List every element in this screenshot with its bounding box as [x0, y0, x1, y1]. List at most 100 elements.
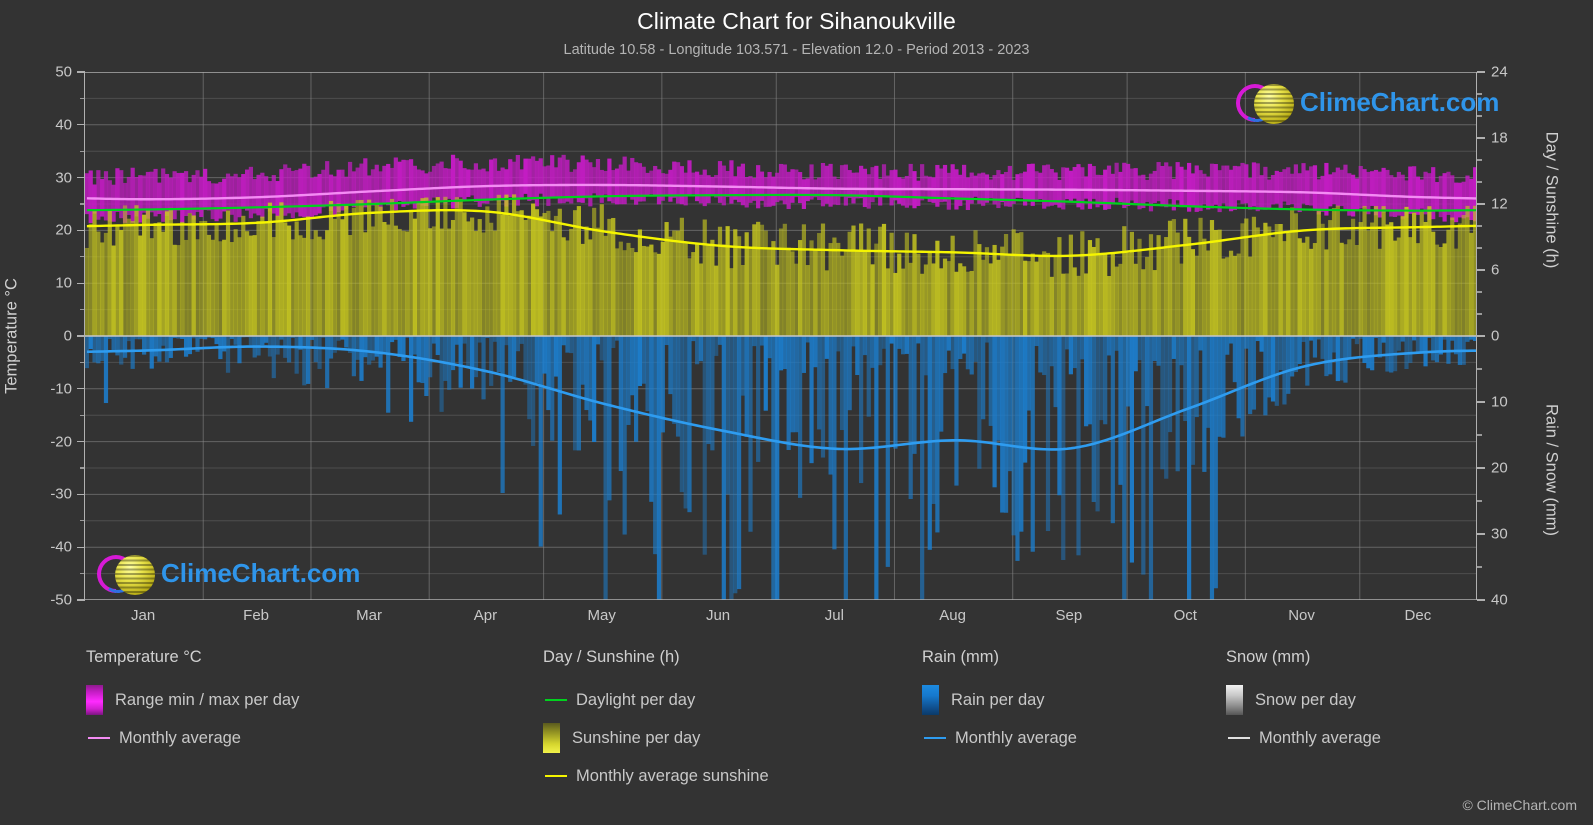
- rain-day-bar: [698, 336, 704, 362]
- temperature-day-bar: [111, 184, 116, 222]
- rain-day-bar: [771, 336, 776, 600]
- legend-group-title: Temperature °C: [86, 648, 202, 666]
- right-axis-minor-tick: [1477, 291, 1482, 293]
- rain-day-bar: [248, 336, 253, 346]
- sunshine-day-bar: [508, 215, 513, 336]
- temperature-day-bar: [752, 178, 757, 201]
- sunshine-day-bar: [367, 199, 372, 336]
- sunshine-day-bar: [828, 243, 833, 336]
- rain-day-bar: [1198, 336, 1203, 351]
- rain-day-bar: [717, 336, 723, 345]
- temperature-day-bar: [1412, 166, 1417, 214]
- legend-group-title: Snow (mm): [1226, 648, 1311, 666]
- legend-item[interactable]: Daylight per day: [543, 681, 769, 719]
- legend-item[interactable]: Sunshine per day: [543, 719, 769, 757]
- rain-day-bar: [1141, 336, 1146, 575]
- temperature-day-bar: [1175, 162, 1180, 201]
- rain-day-bar: [782, 336, 787, 370]
- legend-item-label: Monthly average: [955, 728, 1077, 747]
- temperature-day-bar: [1305, 170, 1310, 206]
- temperature-day-bar: [1415, 176, 1421, 215]
- legend-item[interactable]: Monthly average: [1226, 719, 1381, 757]
- rain-day-bar: [408, 336, 414, 422]
- sunshine-day-bar: [1003, 234, 1009, 336]
- rain-day-bar: [1293, 336, 1298, 372]
- rain-day-bar: [1080, 336, 1085, 360]
- sunshine-day-bar: [1309, 248, 1314, 336]
- temperature-day-bar: [313, 176, 318, 216]
- rain-day-bar: [527, 336, 532, 420]
- rain-day-bar: [870, 336, 875, 368]
- right-axis-title-rain-snow: Rain / Snow (mm): [1542, 403, 1561, 537]
- sunshine-day-bar: [88, 223, 93, 336]
- temperature-day-bar: [321, 169, 326, 208]
- rain-day-bar: [839, 336, 845, 431]
- legend-group-day-sunshine-h: Day / Sunshine (h) Daylight per day Sunshi…: [543, 648, 769, 795]
- temperature-day-bar: [839, 165, 845, 197]
- rain-day-bar: [977, 336, 982, 469]
- sunshine-day-bar: [412, 218, 417, 336]
- sunshine-day-bar: [851, 225, 856, 336]
- rain-day-bar: [775, 336, 780, 600]
- legend-item-label: Monthly average: [119, 728, 241, 747]
- rain-day-bar: [1370, 336, 1375, 371]
- temperature-day-bar: [275, 181, 280, 217]
- rain-day-bar: [721, 336, 726, 600]
- rain-day-bar: [557, 336, 562, 515]
- sunshine-day-bar: [1137, 238, 1142, 336]
- legend-item[interactable]: Monthly average sunshine: [543, 757, 769, 795]
- sunshine-day-bar: [351, 207, 356, 336]
- sunshine-day-bar: [1175, 232, 1180, 336]
- rain-day-bar: [813, 336, 818, 368]
- rain-day-bar: [1091, 336, 1096, 502]
- temperature-day-bar: [279, 169, 284, 207]
- sunshine-day-bar: [389, 198, 395, 336]
- temperature-day-bar: [1183, 169, 1188, 207]
- sunshine-day-bar: [313, 230, 318, 336]
- rain-day-bar: [542, 336, 547, 374]
- rain-day-bar: [1301, 336, 1306, 342]
- rain-day-bar: [797, 336, 803, 498]
- rain-day-bar: [1038, 336, 1043, 373]
- temperature-day-bar: [675, 162, 681, 204]
- right-axis-tick-label-hours: 18: [1491, 129, 1508, 147]
- temperature-day-bar: [1324, 162, 1329, 216]
- rain-day-bar: [466, 336, 471, 368]
- legend-item-label: Snow per day: [1255, 690, 1356, 709]
- sunshine-day-bar: [225, 210, 231, 336]
- left-axis-tick-label: 0: [63, 327, 72, 345]
- rain-day-bar: [1297, 336, 1302, 364]
- rain-day-bar: [859, 336, 864, 484]
- legend-item[interactable]: Monthly average: [86, 719, 299, 757]
- rain-day-bar: [130, 336, 135, 369]
- rain-day-bar: [1225, 336, 1230, 355]
- sunshine-day-bar: [1274, 224, 1279, 336]
- legend-item[interactable]: Rain per day: [922, 681, 1077, 719]
- legend-item[interactable]: Range min / max per day: [86, 681, 299, 719]
- rain-day-bar: [1408, 336, 1413, 363]
- rain-day-bar: [950, 336, 955, 370]
- sunshine-day-bar: [1412, 212, 1417, 336]
- legend-item-label: Monthly average sunshine: [576, 766, 769, 785]
- rain-day-bar: [325, 336, 330, 389]
- legend-item-label: Monthly average: [1259, 728, 1381, 747]
- temperature-day-bar: [771, 176, 776, 206]
- temperature-day-bar: [477, 169, 482, 207]
- rain-day-bar: [1007, 336, 1012, 472]
- sunshine-day-bar: [454, 197, 459, 336]
- page-subtitle: Latitude 10.58 - Longitude 103.571 - Ele…: [563, 42, 1030, 58]
- left-axis-title: Temperature °C: [2, 278, 21, 394]
- sunshine-day-bar: [1351, 218, 1356, 336]
- rain-day-bar: [264, 336, 269, 343]
- sunshine-day-bar: [1198, 217, 1203, 336]
- legend-item[interactable]: Snow per day: [1226, 681, 1381, 719]
- sunshine-day-bar: [721, 244, 726, 336]
- rain-day-bar: [1103, 336, 1108, 425]
- rain-day-bar: [473, 336, 479, 378]
- temperature-day-bar: [1068, 170, 1073, 203]
- rain-day-bar: [275, 336, 280, 355]
- left-axis-tick-label: -20: [50, 433, 72, 451]
- rain-day-bar: [1019, 336, 1024, 532]
- legend-item[interactable]: Monthly average: [922, 719, 1077, 757]
- temperature-day-bar: [85, 173, 90, 215]
